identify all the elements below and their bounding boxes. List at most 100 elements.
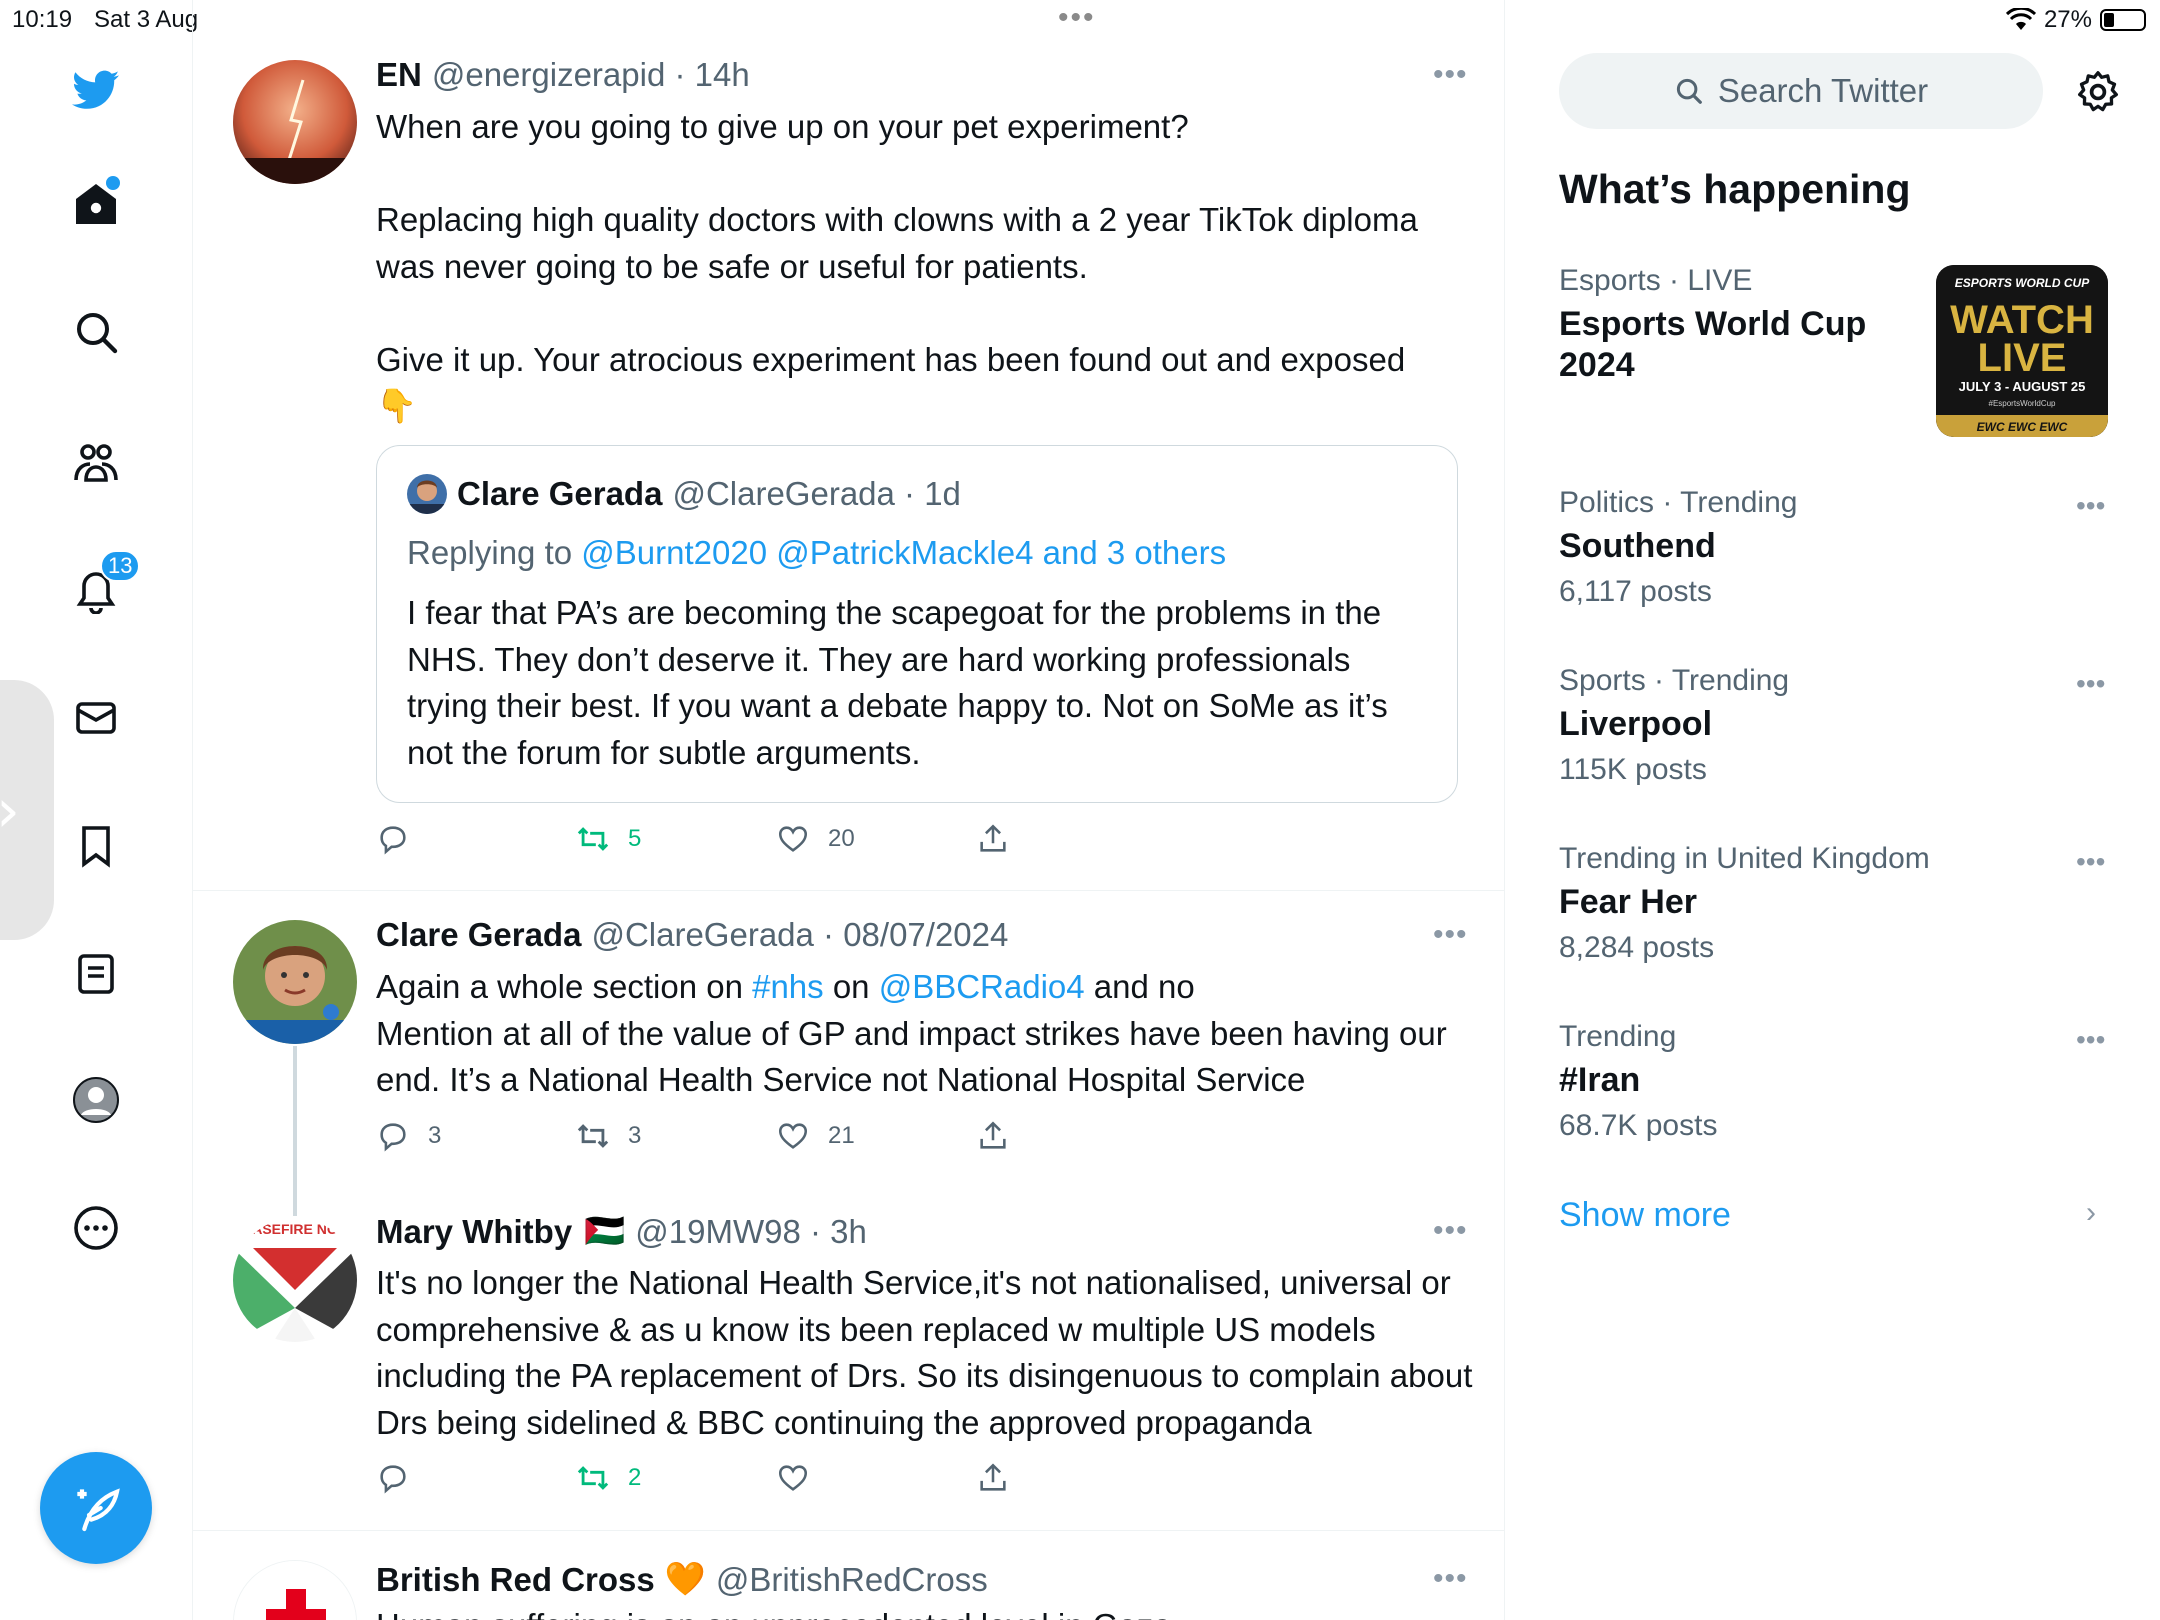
author-name[interactable]: Clare Gerada: [376, 916, 581, 954]
retweet-count: 3: [628, 1122, 642, 1149]
author-name[interactable]: EN: [376, 56, 422, 94]
nav-communities[interactable]: [64, 430, 128, 494]
nav-lists[interactable]: [64, 942, 128, 1006]
show-more-link[interactable]: Show more: [1559, 1196, 1731, 1235]
avatar[interactable]: ASEFIRE NO: [233, 1218, 357, 1342]
author-name[interactable]: Mary Whitby: [376, 1213, 572, 1251]
tweet-header: EN @energizerapid · 14h: [376, 56, 750, 94]
avatar[interactable]: [233, 60, 357, 184]
trend-meta: Trending in United Kingdom: [1559, 842, 1930, 875]
nav-explore[interactable]: [64, 300, 128, 364]
trend-more-options-icon[interactable]: •••: [2076, 846, 2105, 878]
author-name[interactable]: British Red Cross: [376, 1561, 655, 1599]
image-caption-hashtag: #EsportsWorldCup: [1989, 399, 2057, 408]
replying-prefix: Replying to: [407, 534, 582, 571]
tweet-actions: 3 3 21: [376, 1119, 1276, 1159]
nav-more[interactable]: [64, 1196, 128, 1260]
more-options-icon[interactable]: •••: [1433, 1214, 1468, 1248]
feather-plus-icon: [77, 1488, 120, 1532]
like-button[interactable]: 20: [776, 822, 855, 856]
text-part: Again a whole section on: [376, 968, 753, 1005]
author-handle[interactable]: @19MW98 · 3h: [635, 1213, 867, 1251]
share-button[interactable]: [976, 1119, 1010, 1153]
trend-meta: Trending: [1559, 1020, 1677, 1053]
trend-meta: Esports · LIVE: [1559, 264, 1753, 297]
nav-bookmarks[interactable]: [64, 814, 128, 878]
author-handle[interactable]: @energizerapid · 14h: [432, 56, 750, 94]
twitter-logo-icon[interactable]: [64, 58, 128, 122]
more-options-icon[interactable]: •••: [1433, 58, 1468, 92]
retweet-button[interactable]: 3: [576, 1119, 641, 1153]
trend-more-options-icon[interactable]: •••: [2076, 668, 2105, 700]
search-icon: [77, 313, 118, 354]
gear-icon[interactable]: [2076, 70, 2120, 114]
trend-item[interactable]: Politics · Trending Southend 6,117 posts: [1559, 486, 2119, 609]
reply-button[interactable]: 3: [376, 1119, 441, 1153]
reply-button[interactable]: [376, 822, 428, 856]
share-button[interactable]: [976, 822, 1010, 856]
retweet-button[interactable]: 2: [576, 1461, 641, 1495]
trend-name: Fear Her: [1559, 883, 1697, 921]
like-button[interactable]: [776, 1461, 828, 1495]
retweet-button[interactable]: 5: [576, 822, 641, 856]
avatar[interactable]: [233, 1560, 357, 1620]
tweet-actions: 2: [376, 1461, 1276, 1501]
reply-count: 3: [428, 1122, 442, 1149]
tweet-text: Again a whole section on #nhs on @BBCRad…: [376, 964, 1476, 1104]
heart-icon: [778, 1465, 808, 1491]
image-caption-strip: EWC EWC EWC: [1977, 420, 2068, 434]
avatar[interactable]: [233, 920, 357, 1044]
chevron-right-icon[interactable]: ›: [2086, 1196, 2096, 1230]
trend-count: 8,284 posts: [1559, 931, 1715, 964]
mention-link[interactable]: @BBCRadio4: [879, 968, 1085, 1005]
retweet-icon: [577, 1124, 609, 1148]
home-new-dot: [106, 176, 120, 190]
nav-notifications[interactable]: 13: [64, 550, 141, 622]
author-flag: 🇵🇸: [584, 1212, 626, 1249]
nav-messages[interactable]: [64, 686, 128, 750]
more-options-icon[interactable]: •••: [1433, 1562, 1468, 1596]
tweet-header: Clare Gerada @ClareGerada · 08/07/2024: [376, 916, 1008, 954]
svg-text:ASEFIRE NO: ASEFIRE NO: [252, 1221, 338, 1237]
more-options-icon[interactable]: •••: [1433, 918, 1468, 952]
nav-home[interactable]: [64, 172, 128, 236]
nav-profile[interactable]: [64, 1068, 128, 1132]
esports-world-cup-image[interactable]: ESPORTS WORLD CUP WATCH LIVE JULY 3 - AU…: [1936, 265, 2108, 437]
trend-name: Liverpool: [1559, 705, 1713, 743]
trend-name: #Iran: [1559, 1061, 1641, 1099]
bookmark-icon: [82, 826, 110, 868]
quoted-tweet[interactable]: Clare Gerada @ClareGerada · 1d Replying …: [376, 445, 1458, 803]
left-navigation: 13 ›: [0, 0, 193, 1620]
quote-author-name: Clare Gerada: [457, 475, 663, 512]
envelope-icon: [76, 702, 116, 734]
search-placeholder: Search Twitter: [1717, 72, 1929, 109]
heart-icon: [778, 1123, 808, 1149]
tweet-divider: [193, 890, 1505, 891]
reply-button[interactable]: [376, 1461, 428, 1495]
trend-item[interactable]: Esports · LIVE Esports World Cup 2024: [1559, 264, 1919, 386]
author-handle[interactable]: @ClareGerada · 08/07/2024: [591, 916, 1008, 954]
hashtag-link[interactable]: #nhs: [752, 968, 824, 1005]
side-panel-handle[interactable]: ›: [0, 680, 54, 940]
author-handle[interactable]: @BritishRedCross: [716, 1561, 988, 1599]
trend-item[interactable]: Trending #Iran 68.7K posts: [1559, 1020, 2119, 1143]
compose-tweet-button[interactable]: [40, 1452, 152, 1564]
replying-to-links[interactable]: @Burnt2020 @PatrickMackle4 and 3 others: [581, 534, 1226, 571]
retweet-count: 2: [628, 1464, 642, 1491]
share-icon: [980, 1121, 1006, 1149]
trend-more-options-icon[interactable]: •••: [2076, 1024, 2105, 1056]
search-input[interactable]: Search Twitter: [1559, 53, 2043, 129]
tweet-text: When are you going to give up on your pe…: [376, 108, 1418, 424]
quote-author-handle: @ClareGerada · 1d: [672, 475, 961, 512]
share-button[interactable]: [976, 1461, 1010, 1495]
tweet-actions: 5 20: [376, 822, 1276, 862]
profile-avatar-icon: [73, 1077, 119, 1123]
trend-more-options-icon[interactable]: •••: [2076, 490, 2105, 522]
trend-item[interactable]: Trending in United Kingdom Fear Her 8,28…: [1559, 842, 2119, 965]
image-caption-dates: JULY 3 - AUGUST 25: [1959, 379, 2086, 394]
image-caption-top: ESPORTS WORLD CUP: [1955, 276, 2090, 290]
trend-count: 6,117 posts: [1559, 575, 1712, 608]
like-button[interactable]: 21: [776, 1119, 855, 1153]
trend-item[interactable]: Sports · Trending Liverpool 115K posts: [1559, 664, 2119, 787]
text-part: on: [823, 968, 879, 1005]
